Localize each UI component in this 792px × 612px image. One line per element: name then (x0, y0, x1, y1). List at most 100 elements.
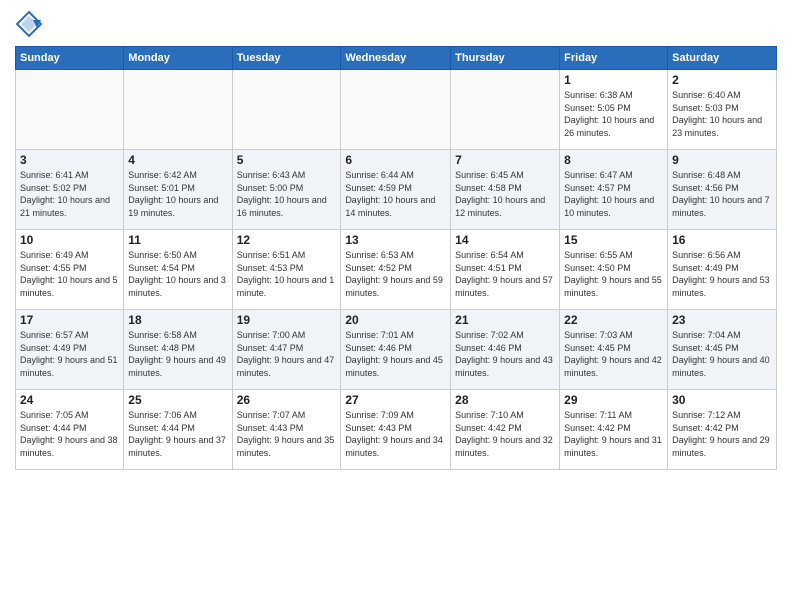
day-info: Sunrise: 6:48 AM Sunset: 4:56 PM Dayligh… (672, 169, 772, 219)
day-info: Sunrise: 6:51 AM Sunset: 4:53 PM Dayligh… (237, 249, 337, 299)
calendar-cell: 26 Sunrise: 7:07 AM Sunset: 4:43 PM Dayli… (232, 390, 341, 470)
calendar-cell: 1 Sunrise: 6:38 AM Sunset: 5:05 PM Daylig… (560, 70, 668, 150)
day-number: 8 (564, 153, 663, 167)
day-info: Sunrise: 7:09 AM Sunset: 4:43 PM Dayligh… (345, 409, 446, 459)
day-number: 26 (237, 393, 337, 407)
day-info: Sunrise: 7:00 AM Sunset: 4:47 PM Dayligh… (237, 329, 337, 379)
day-info: Sunrise: 6:44 AM Sunset: 4:59 PM Dayligh… (345, 169, 446, 219)
calendar-cell: 16 Sunrise: 6:56 AM Sunset: 4:49 PM Dayli… (668, 230, 777, 310)
calendar-cell: 29 Sunrise: 7:11 AM Sunset: 4:42 PM Dayli… (560, 390, 668, 470)
day-number: 24 (20, 393, 119, 407)
week-row-2: 3 Sunrise: 6:41 AM Sunset: 5:02 PM Daylig… (16, 150, 777, 230)
day-info: Sunrise: 6:42 AM Sunset: 5:01 PM Dayligh… (128, 169, 227, 219)
day-number: 7 (455, 153, 555, 167)
day-number: 10 (20, 233, 119, 247)
calendar-cell: 18 Sunrise: 6:58 AM Sunset: 4:48 PM Dayli… (124, 310, 232, 390)
day-number: 1 (564, 73, 663, 87)
calendar-cell: 12 Sunrise: 6:51 AM Sunset: 4:53 PM Dayli… (232, 230, 341, 310)
calendar-cell: 4 Sunrise: 6:42 AM Sunset: 5:01 PM Daylig… (124, 150, 232, 230)
day-info: Sunrise: 6:41 AM Sunset: 5:02 PM Dayligh… (20, 169, 119, 219)
calendar-cell: 15 Sunrise: 6:55 AM Sunset: 4:50 PM Dayli… (560, 230, 668, 310)
calendar-cell (124, 70, 232, 150)
week-row-1: 1 Sunrise: 6:38 AM Sunset: 5:05 PM Daylig… (16, 70, 777, 150)
day-number: 13 (345, 233, 446, 247)
calendar-cell: 30 Sunrise: 7:12 AM Sunset: 4:42 PM Dayli… (668, 390, 777, 470)
day-number: 21 (455, 313, 555, 327)
calendar-cell: 3 Sunrise: 6:41 AM Sunset: 5:02 PM Daylig… (16, 150, 124, 230)
logo-icon (15, 10, 43, 38)
day-number: 22 (564, 313, 663, 327)
day-number: 4 (128, 153, 227, 167)
calendar-cell: 21 Sunrise: 7:02 AM Sunset: 4:46 PM Dayli… (451, 310, 560, 390)
day-info: Sunrise: 7:07 AM Sunset: 4:43 PM Dayligh… (237, 409, 337, 459)
calendar-cell (232, 70, 341, 150)
day-number: 20 (345, 313, 446, 327)
day-number: 9 (672, 153, 772, 167)
day-number: 19 (237, 313, 337, 327)
day-number: 25 (128, 393, 227, 407)
weekday-header-sunday: Sunday (16, 47, 124, 70)
day-info: Sunrise: 6:56 AM Sunset: 4:49 PM Dayligh… (672, 249, 772, 299)
calendar-cell: 27 Sunrise: 7:09 AM Sunset: 4:43 PM Dayli… (341, 390, 451, 470)
logo (15, 10, 47, 38)
day-number: 3 (20, 153, 119, 167)
day-info: Sunrise: 6:49 AM Sunset: 4:55 PM Dayligh… (20, 249, 119, 299)
weekday-header-saturday: Saturday (668, 47, 777, 70)
day-info: Sunrise: 7:02 AM Sunset: 4:46 PM Dayligh… (455, 329, 555, 379)
weekday-header-monday: Monday (124, 47, 232, 70)
weekday-header-thursday: Thursday (451, 47, 560, 70)
calendar-cell: 19 Sunrise: 7:00 AM Sunset: 4:47 PM Dayli… (232, 310, 341, 390)
day-number: 2 (672, 73, 772, 87)
page: SundayMondayTuesdayWednesdayThursdayFrid… (0, 0, 792, 612)
day-number: 15 (564, 233, 663, 247)
day-info: Sunrise: 6:40 AM Sunset: 5:03 PM Dayligh… (672, 89, 772, 139)
calendar-cell: 25 Sunrise: 7:06 AM Sunset: 4:44 PM Dayli… (124, 390, 232, 470)
calendar-cell: 13 Sunrise: 6:53 AM Sunset: 4:52 PM Dayli… (341, 230, 451, 310)
calendar-cell: 10 Sunrise: 6:49 AM Sunset: 4:55 PM Dayli… (16, 230, 124, 310)
day-number: 14 (455, 233, 555, 247)
day-number: 12 (237, 233, 337, 247)
calendar-cell: 7Sunrise: 6:45 AM Sunset: 4:58 PM Daylig… (451, 150, 560, 230)
day-number: 17 (20, 313, 119, 327)
day-info: Sunrise: 6:38 AM Sunset: 5:05 PM Dayligh… (564, 89, 663, 139)
day-info: Sunrise: 6:50 AM Sunset: 4:54 PM Dayligh… (128, 249, 227, 299)
day-info: Sunrise: 6:58 AM Sunset: 4:48 PM Dayligh… (128, 329, 227, 379)
calendar-cell (16, 70, 124, 150)
day-info: Sunrise: 6:47 AM Sunset: 4:57 PM Dayligh… (564, 169, 663, 219)
calendar-cell: 5 Sunrise: 6:43 AM Sunset: 5:00 PM Daylig… (232, 150, 341, 230)
day-number: 27 (345, 393, 446, 407)
day-number: 16 (672, 233, 772, 247)
calendar-cell: 17Sunrise: 6:57 AM Sunset: 4:49 PM Dayli… (16, 310, 124, 390)
calendar-cell: 24 Sunrise: 7:05 AM Sunset: 4:44 PM Dayli… (16, 390, 124, 470)
day-info: Sunrise: 7:11 AM Sunset: 4:42 PM Dayligh… (564, 409, 663, 459)
calendar-header: SundayMondayTuesdayWednesdayThursdayFrid… (16, 47, 777, 70)
calendar-cell: 22 Sunrise: 7:03 AM Sunset: 4:45 PM Dayli… (560, 310, 668, 390)
calendar-cell (341, 70, 451, 150)
day-info: Sunrise: 7:03 AM Sunset: 4:45 PM Dayligh… (564, 329, 663, 379)
day-info: Sunrise: 6:43 AM Sunset: 5:00 PM Dayligh… (237, 169, 337, 219)
calendar-cell: 14 Sunrise: 6:54 AM Sunset: 4:51 PM Dayli… (451, 230, 560, 310)
day-number: 11 (128, 233, 227, 247)
day-number: 29 (564, 393, 663, 407)
day-info: Sunrise: 6:55 AM Sunset: 4:50 PM Dayligh… (564, 249, 663, 299)
day-number: 5 (237, 153, 337, 167)
weekday-header-friday: Friday (560, 47, 668, 70)
day-info: Sunrise: 7:05 AM Sunset: 4:44 PM Dayligh… (20, 409, 119, 459)
day-info: Sunrise: 6:54 AM Sunset: 4:51 PM Dayligh… (455, 249, 555, 299)
week-row-4: 17Sunrise: 6:57 AM Sunset: 4:49 PM Dayli… (16, 310, 777, 390)
day-info: Sunrise: 6:53 AM Sunset: 4:52 PM Dayligh… (345, 249, 446, 299)
calendar-cell: 9 Sunrise: 6:48 AM Sunset: 4:56 PM Daylig… (668, 150, 777, 230)
calendar-cell: 8 Sunrise: 6:47 AM Sunset: 4:57 PM Daylig… (560, 150, 668, 230)
day-info: Sunrise: 7:04 AM Sunset: 4:45 PM Dayligh… (672, 329, 772, 379)
day-number: 28 (455, 393, 555, 407)
day-number: 23 (672, 313, 772, 327)
day-info: Sunrise: 7:06 AM Sunset: 4:44 PM Dayligh… (128, 409, 227, 459)
day-info: Sunrise: 7:10 AM Sunset: 4:42 PM Dayligh… (455, 409, 555, 459)
day-number: 18 (128, 313, 227, 327)
day-info: Sunrise: 7:12 AM Sunset: 4:42 PM Dayligh… (672, 409, 772, 459)
day-number: 6 (345, 153, 446, 167)
week-row-5: 24 Sunrise: 7:05 AM Sunset: 4:44 PM Dayli… (16, 390, 777, 470)
day-number: 30 (672, 393, 772, 407)
calendar-cell: 28 Sunrise: 7:10 AM Sunset: 4:42 PM Dayli… (451, 390, 560, 470)
day-info: Sunrise: 7:01 AM Sunset: 4:46 PM Dayligh… (345, 329, 446, 379)
